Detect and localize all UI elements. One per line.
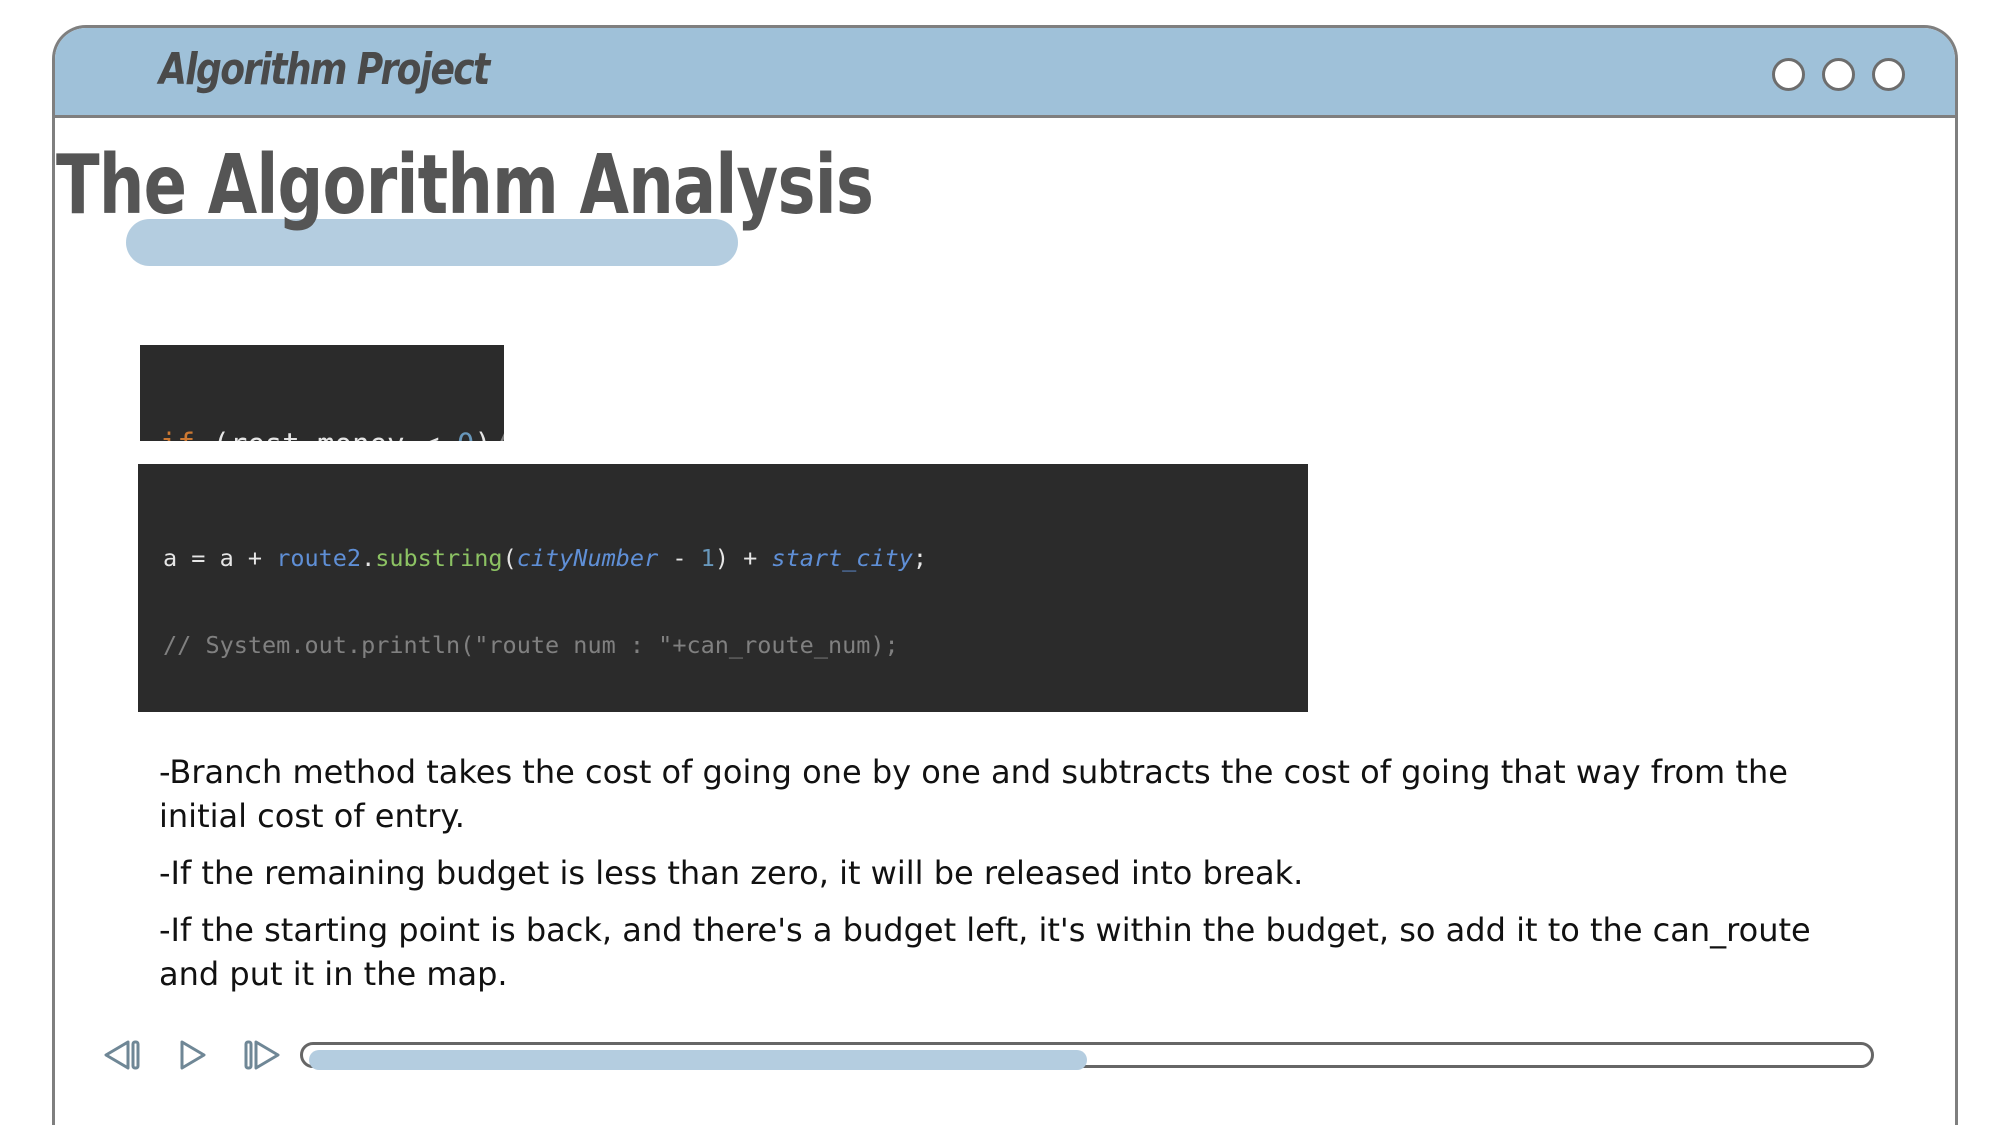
- media-controls: [102, 1038, 282, 1072]
- play-icon[interactable]: [172, 1038, 212, 1072]
- code-comment: // System.out.println("route num : "+can…: [163, 631, 899, 659]
- window-controls: [1772, 58, 1905, 91]
- progress-fill: [309, 1050, 1087, 1070]
- progress-bar[interactable]: [300, 1042, 1874, 1070]
- heading-area: The Algorithm Analysis: [56, 138, 1104, 266]
- code-line-if: if (rest_money < 0)/: [160, 426, 504, 441]
- window-button-2[interactable]: [1822, 58, 1855, 91]
- window-button-1[interactable]: [1772, 58, 1805, 91]
- code-line: a = a + route2.substring(cityNumber - 1)…: [163, 544, 928, 572]
- page-title: The Algorithm Analysis: [56, 138, 874, 233]
- paragraph-map: -If the starting point is back, and ther…: [159, 911, 1811, 993]
- code-snippet-route: a = a + route2.substring(cityNumber - 1)…: [138, 464, 1308, 712]
- code-snippet-break: if (rest_money < 0)/ break;: [140, 345, 504, 441]
- window-button-3[interactable]: [1872, 58, 1905, 91]
- description: -Branch method takes the cost of going o…: [159, 750, 1859, 1009]
- skip-forward-icon[interactable]: [242, 1038, 282, 1072]
- paragraph-branch: -Branch method takes the cost of going o…: [159, 753, 1788, 835]
- app-title: Algorithm Project: [159, 44, 490, 95]
- paragraph-break: -If the remaining budget is less than ze…: [159, 854, 1304, 892]
- skip-back-icon[interactable]: [102, 1038, 142, 1072]
- title-bar: Algorithm Project: [55, 28, 1955, 118]
